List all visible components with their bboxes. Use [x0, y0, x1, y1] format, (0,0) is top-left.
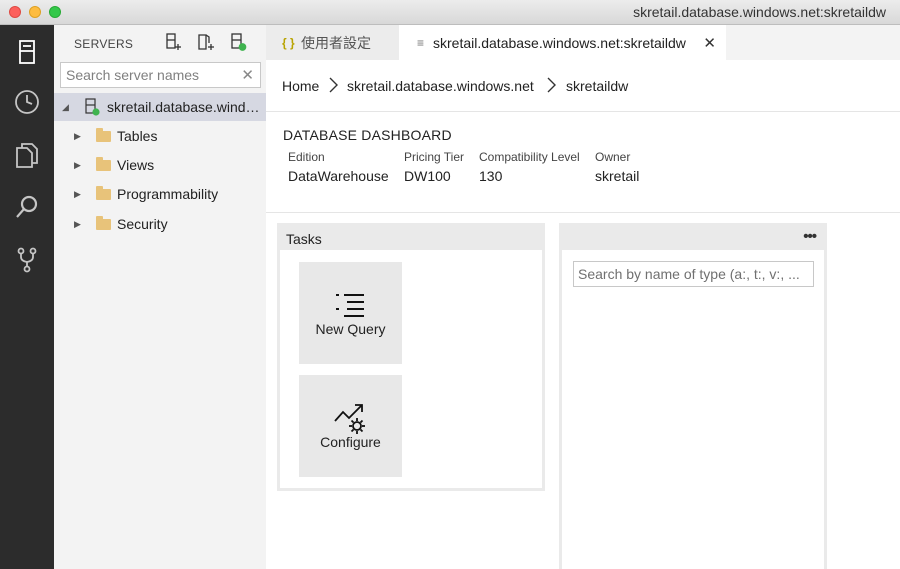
server-search-box: ✕ [60, 62, 261, 88]
folder-icon [96, 216, 111, 230]
window-minimize-button[interactable] [29, 6, 41, 18]
active-connections-icon [231, 33, 247, 51]
activity-history[interactable] [0, 77, 54, 127]
tab-label: skretail.database.windows.net:skretaildw [433, 34, 686, 51]
active-connections-button[interactable] [229, 33, 249, 53]
dashboard-title: DATABASE DASHBOARD [283, 127, 452, 143]
dashboard-divider [266, 212, 900, 213]
explorer-widget-header: ••• [562, 226, 824, 250]
tasks-widget: Tasks New Query Configure [277, 223, 545, 491]
clear-search-icon[interactable]: ✕ [241, 66, 254, 84]
activity-bar [0, 25, 54, 569]
window-maximize-button[interactable] [49, 6, 61, 18]
folder-label: Views [117, 157, 155, 173]
more-actions-icon[interactable]: ••• [803, 228, 817, 245]
property-value-edition: DataWarehouse [288, 168, 389, 184]
servers-sidebar: SERVERS ✕ ◢ skre [54, 25, 266, 569]
json-file-icon: { } [282, 35, 295, 50]
server-node[interactable]: ◢ skretail.database.windows.net [54, 93, 266, 121]
tasks-widget-title: Tasks [286, 231, 322, 247]
activity-explorer[interactable] [0, 130, 54, 180]
tree-folder-security[interactable]: ▶ Security [54, 210, 266, 238]
breadcrumb-home[interactable]: Home [282, 78, 319, 94]
folder-label: Security [117, 216, 168, 232]
activity-search[interactable] [0, 182, 54, 232]
chevron-right-icon [547, 77, 556, 93]
new-group-button[interactable] [197, 33, 217, 53]
tasks-widget-header: Tasks [280, 226, 542, 250]
property-value-owner: skretail [595, 168, 640, 184]
explorer-search-box [573, 261, 814, 287]
property-value-pricing-tier: DW100 [404, 168, 451, 184]
collapsed-arrow-icon[interactable]: ▶ [74, 160, 81, 171]
tree-folder-programmability[interactable]: ▶ Programmability [54, 180, 266, 208]
tree-folder-tables[interactable]: ▶ Tables [54, 122, 266, 150]
servers-header: SERVERS [74, 37, 134, 51]
explorer-search-input[interactable] [578, 263, 812, 285]
property-label-pricing-tier: Pricing Tier [404, 150, 465, 164]
folder-icon [96, 128, 111, 142]
collapsed-arrow-icon[interactable]: ▶ [74, 131, 81, 142]
tab-label: 使用者設定 [301, 34, 371, 51]
explorer-icon [16, 143, 38, 168]
activity-source-control[interactable] [0, 235, 54, 285]
search-icon [16, 195, 38, 218]
title-bar: skretail.database.windows.net:skretaildw [0, 0, 900, 25]
configure-icon [334, 404, 365, 434]
server-icon [85, 98, 100, 116]
tab-user-settings[interactable]: { } 使用者設定 [266, 25, 399, 60]
configure-label: Configure [320, 434, 381, 450]
expanded-arrow-icon[interactable]: ◢ [62, 102, 69, 113]
explorer-widget: ••• [559, 223, 827, 569]
servers-icon [19, 40, 35, 64]
dashboard-file-icon: ≡ [417, 35, 425, 50]
new-connection-button[interactable] [164, 33, 184, 53]
tab-dashboard[interactable]: ≡ skretail.database.windows.net:skretail… [399, 25, 726, 60]
property-label-owner: Owner [595, 150, 631, 164]
folder-label: Tables [117, 128, 158, 144]
breadcrumb-database[interactable]: skretaildw [566, 78, 628, 94]
tree-folder-views[interactable]: ▶ Views [54, 151, 266, 179]
folder-label: Programmability [117, 186, 219, 202]
folder-icon [96, 186, 111, 200]
source-control-icon [17, 247, 37, 273]
folder-icon [96, 157, 111, 171]
new-query-icon [336, 294, 364, 317]
editor-tab-bar: { } 使用者設定 ≡ skretail.database.windows.ne… [266, 25, 900, 60]
server-search-input[interactable] [66, 64, 242, 86]
window-title: skretail.database.windows.net:skretaildw [633, 4, 886, 20]
server-label: skretail.database.windows.net [107, 99, 263, 115]
new-query-label: New Query [315, 321, 386, 337]
chevron-right-icon [329, 77, 338, 93]
breadcrumb-server[interactable]: skretail.database.windows.net [347, 78, 534, 94]
property-value-compatibility-level: 130 [479, 168, 503, 184]
property-label-compatibility-level: Compatibility Level [479, 150, 580, 164]
activity-servers[interactable] [0, 27, 54, 77]
collapsed-arrow-icon[interactable]: ▶ [74, 219, 81, 230]
new-server-group-icon [198, 34, 214, 50]
new-connection-icon [166, 33, 181, 50]
close-tab-icon[interactable]: ✕ [703, 34, 716, 52]
history-icon [15, 90, 39, 114]
new-query-tile[interactable]: New Query [299, 262, 402, 364]
collapsed-arrow-icon[interactable]: ▶ [74, 189, 81, 200]
window-close-button[interactable] [9, 6, 21, 18]
property-label-edition: Edition [288, 150, 325, 164]
breadcrumb: Home skretail.database.windows.net skret… [266, 60, 900, 112]
configure-tile[interactable]: Configure [299, 375, 402, 477]
